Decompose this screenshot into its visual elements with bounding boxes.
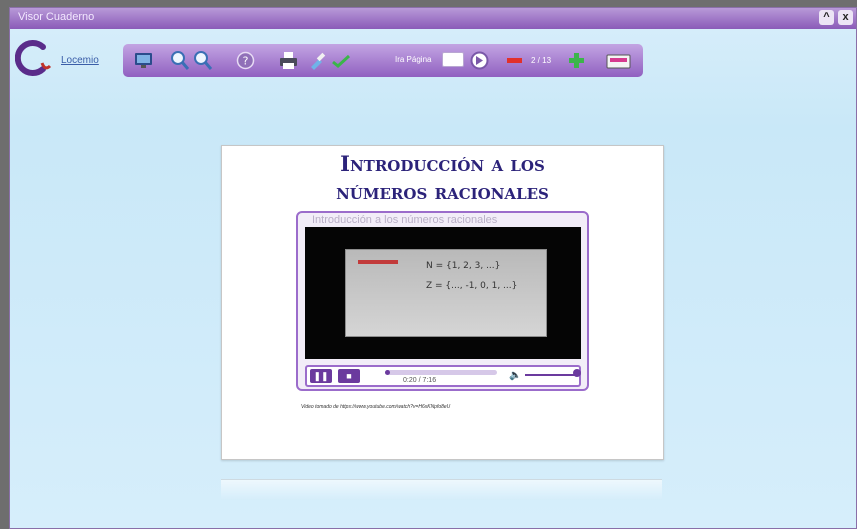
close-icon[interactable]: x [838, 10, 853, 25]
cuaderno-viewer-window: Visor Cuaderno ^ x Locemio ? Ira Página … [9, 7, 857, 529]
video-controls: ❚❚ ■ 0:20 / 7:16 🔈 [305, 365, 581, 387]
minus-icon[interactable] [504, 50, 525, 71]
pause-button[interactable]: ❚❚ [310, 369, 332, 383]
page-reflection [221, 479, 662, 500]
time-display: 0:20 / 7:16 [403, 377, 437, 384]
page-title-line-2: números racionales [336, 179, 549, 204]
video-title: Introducción a los números racionales [312, 214, 498, 226]
board-line-2: Z = {..., -1, 0, 1, ...} [426, 281, 517, 291]
folder-icon[interactable] [605, 50, 632, 71]
brush-icon[interactable] [307, 50, 328, 71]
page-number-input[interactable] [442, 52, 464, 67]
volume-icon[interactable]: 🔈 [509, 370, 521, 381]
collapse-icon[interactable]: ^ [819, 10, 834, 25]
logo-link[interactable]: Locemio [61, 55, 99, 66]
window-title: Visor Cuaderno [18, 11, 95, 23]
page-title: Introducción a los números racionales [222, 150, 663, 206]
seek-bar[interactable] [385, 370, 497, 375]
stop-button[interactable]: ■ [338, 369, 360, 383]
monitor-icon[interactable] [133, 50, 154, 71]
video-frame: N = {1, 2, 3, ...} Z = {..., -1, 0, 1, .… [345, 249, 547, 337]
volume-knob[interactable] [573, 369, 581, 377]
board-writing: N = {1, 2, 3, ...} Z = {..., -1, 0, 1, .… [358, 260, 517, 291]
zoom-out-icon[interactable] [192, 50, 213, 71]
document-page: Introducción a los números racionales In… [221, 145, 664, 460]
help-icon[interactable]: ? [235, 50, 256, 71]
title-bar[interactable]: Visor Cuaderno ^ x [10, 8, 856, 29]
video-source-caption: Video tomado de https://www.youtube.com/… [301, 404, 451, 410]
goto-page-label: Ira Página [395, 55, 432, 64]
zoom-in-icon[interactable] [169, 50, 190, 71]
page-title-line-1: Introducción a los [340, 151, 545, 176]
volume-slider[interactable] [525, 374, 577, 376]
board-line-1: N = {1, 2, 3, ...} [426, 261, 500, 271]
plus-icon[interactable] [566, 50, 587, 71]
page-count: 2 / 13 [531, 56, 552, 65]
toolbar: ? Ira Página 2 / 13 [123, 44, 643, 77]
seek-progress [385, 370, 391, 375]
go-icon[interactable] [469, 50, 490, 71]
print-icon[interactable] [278, 50, 299, 71]
check-icon[interactable] [330, 50, 351, 71]
video-player[interactable]: Introducción a los números racionales N … [296, 211, 589, 391]
svg-text:?: ? [243, 55, 249, 68]
cuaderno-logo-icon[interactable] [15, 39, 55, 77]
video-screen[interactable]: N = {1, 2, 3, ...} Z = {..., -1, 0, 1, .… [305, 227, 581, 359]
